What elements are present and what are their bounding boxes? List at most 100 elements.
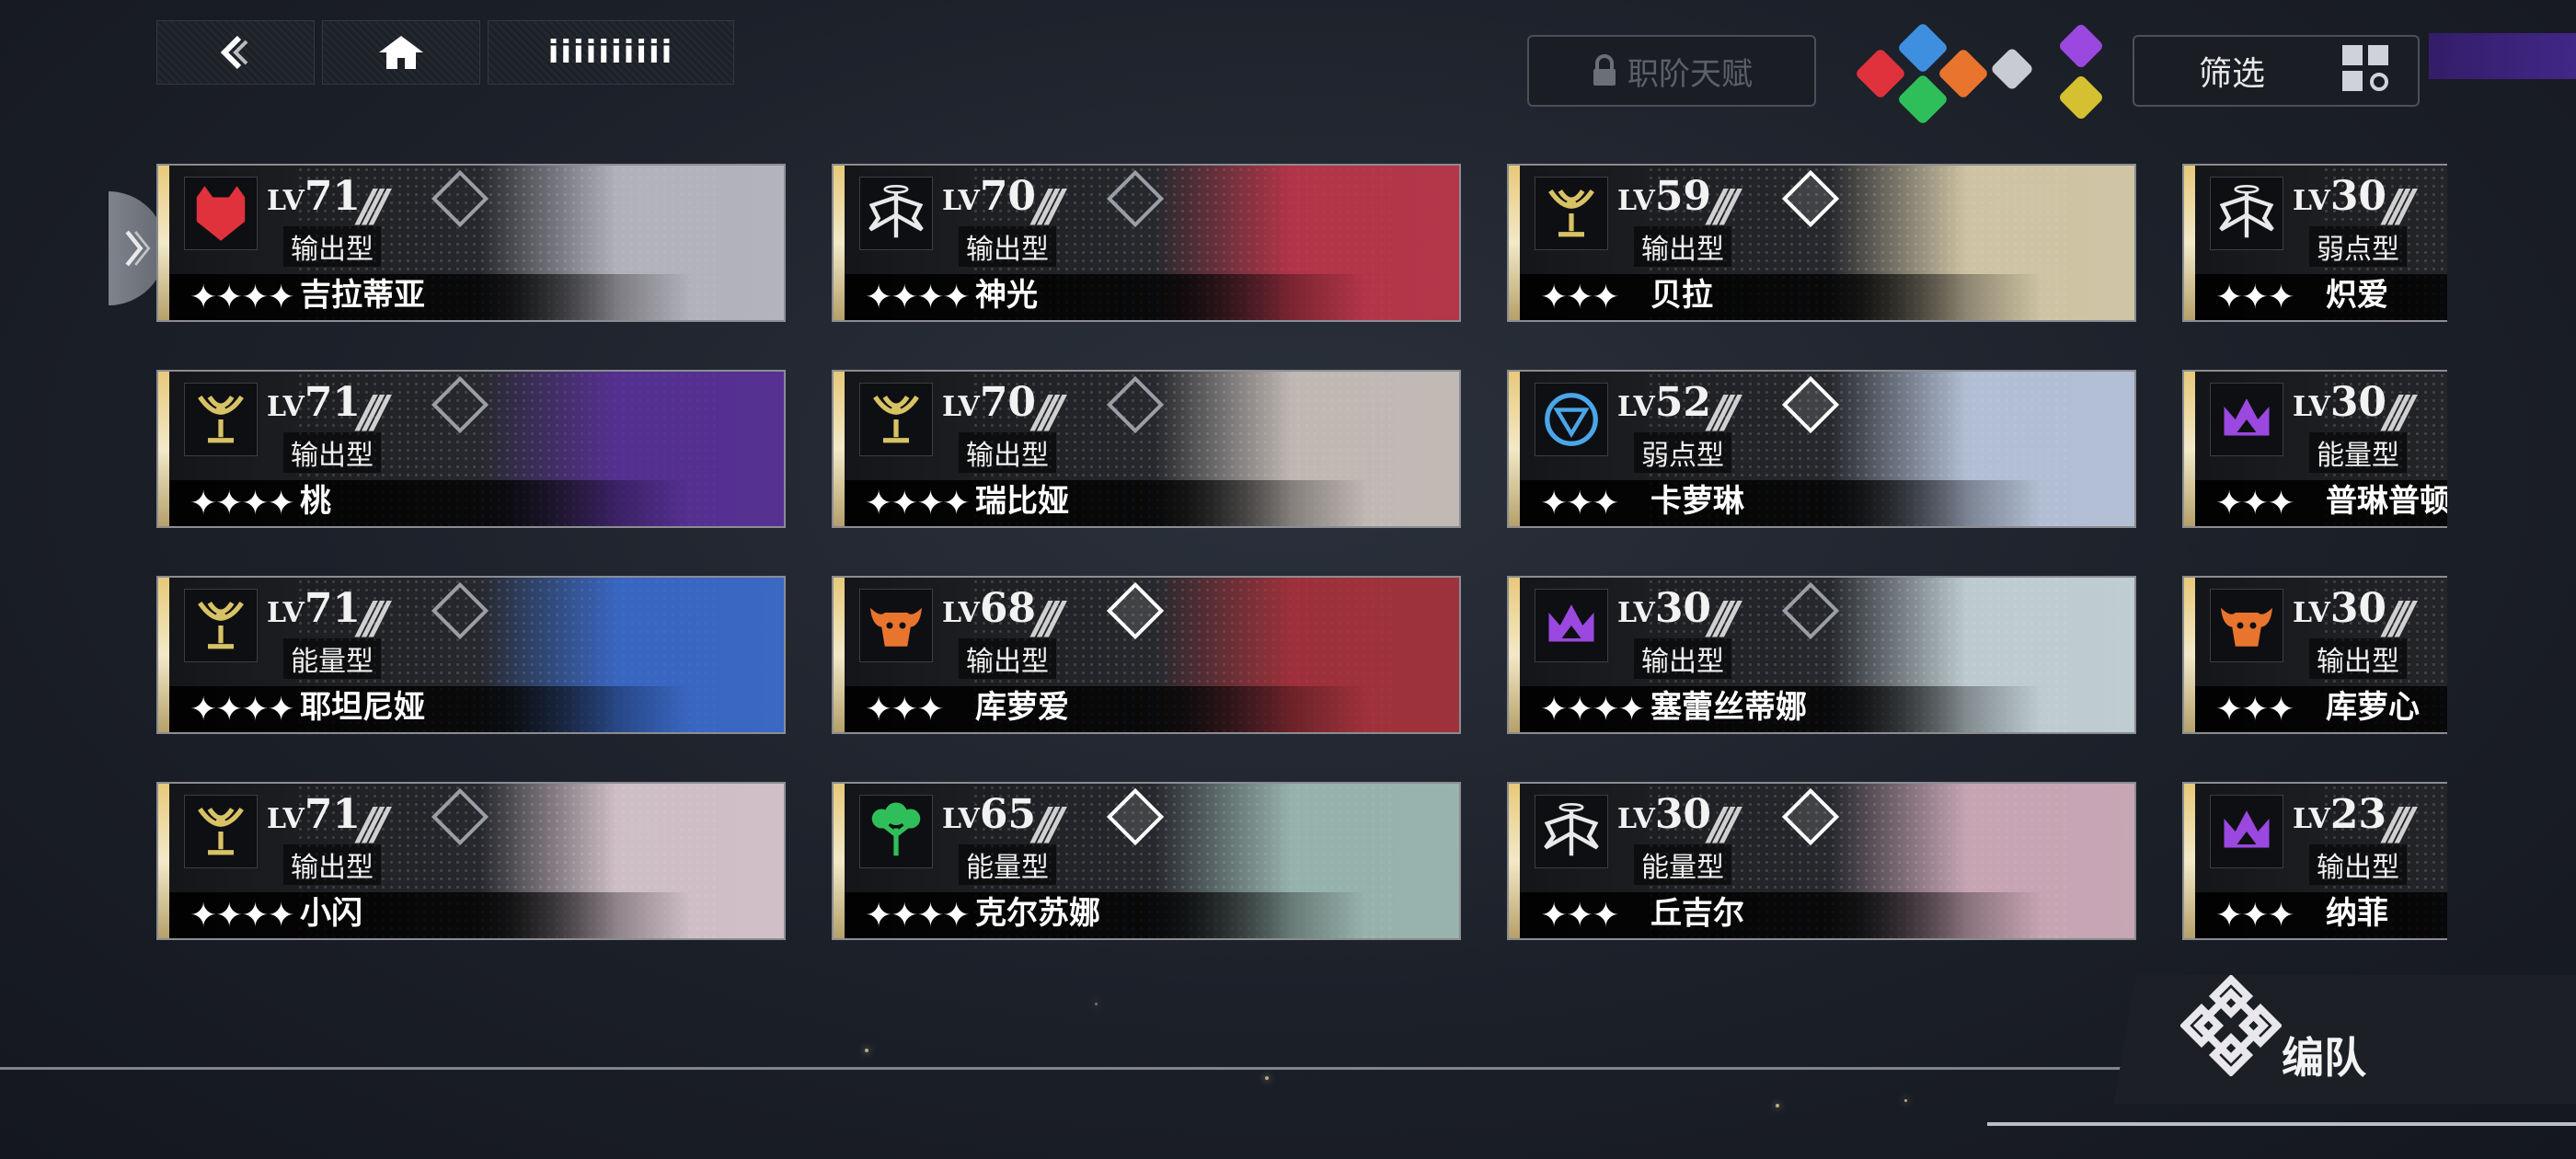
level-value: 68 — [979, 585, 1037, 632]
level-value: 71 — [304, 173, 362, 220]
wind-element-icon — [1896, 73, 1949, 126]
level-value: 30 — [2329, 173, 2387, 220]
rarity-stripe — [834, 166, 845, 320]
character-card[interactable]: LV30 /// 能量型 ✦✦✦ 丘吉尔 — [1507, 782, 2136, 940]
character-name: 耶坦尼娅 — [300, 689, 425, 726]
character-name: 神光 — [975, 277, 1038, 314]
character-card[interactable]: LV59 /// 输出型 ✦✦✦ 贝拉 — [1507, 164, 2136, 322]
character-level: LV23 — [2293, 791, 2387, 838]
rank-slashes-icon: /// — [2385, 798, 2414, 850]
class-talent-label: 职阶天赋 — [1627, 55, 1753, 93]
character-type: 能量型 — [959, 844, 1056, 885]
rarity-stripe — [158, 578, 169, 732]
page-title: iiiiiiiiii — [488, 20, 734, 85]
character-level: LV52 — [1617, 379, 1712, 426]
lock-icon — [1593, 54, 1616, 86]
character-type: 输出型 — [959, 432, 1056, 473]
character-name: 炽爱 — [2326, 277, 2388, 314]
star-rating: ✦✦✦ — [1540, 279, 1619, 316]
character-level: LV68 — [942, 585, 1037, 632]
rank-slashes-icon: /// — [1034, 798, 1064, 850]
wings-icon — [859, 177, 933, 250]
character-card[interactable]: LV68 /// 输出型 ✦✦✦ 库萝爱 — [832, 576, 1461, 734]
character-level: LV71 — [267, 173, 362, 220]
character-name: 小闪 — [300, 895, 362, 932]
star-rating: ✦✦✦✦ — [865, 897, 971, 935]
ox-icon — [2210, 589, 2283, 662]
character-type: 输出型 — [959, 226, 1056, 267]
element-filter-icons[interactable] — [1849, 21, 2144, 126]
character-card[interactable]: LV30 /// 能量型 ✦✦✦ 普琳普顿 — [2182, 370, 2447, 528]
character-card[interactable]: LV65 /// 能量型 ✦✦✦✦ 克尔苏娜 — [832, 782, 1461, 940]
chalice-icon — [184, 795, 258, 868]
wolf-icon — [184, 177, 258, 250]
formation-knot-icon — [2180, 975, 2282, 1076]
rarity-stripe — [834, 578, 845, 732]
rank-slashes-icon: /// — [1709, 798, 1739, 850]
character-card[interactable]: LV30 /// 弱点型 ✦✦✦ 炽爱 — [2182, 164, 2447, 322]
home-button[interactable] — [322, 20, 480, 85]
character-card[interactable]: LV71 /// 能量型 ✦✦✦✦ 耶坦尼娅 — [156, 576, 786, 734]
character-level: LV30 — [2293, 173, 2387, 220]
formation-label: 编队 — [2282, 1033, 2366, 1083]
rank-slashes-icon: /// — [1709, 180, 1739, 232]
character-name: 丘吉尔 — [1650, 895, 1744, 932]
character-type: 输出型 — [959, 638, 1056, 679]
character-type: 输出型 — [2309, 844, 2407, 885]
tree-icon — [859, 795, 933, 868]
class-talent-button[interactable]: 职阶天赋 — [1527, 35, 1816, 107]
character-type: 输出型 — [2309, 638, 2407, 679]
character-type: 能量型 — [283, 638, 381, 679]
character-card[interactable]: LV30 /// 输出型 ✦✦✦ 库萝心 — [2182, 576, 2447, 734]
level-value: 30 — [2329, 585, 2387, 632]
earth-element-icon — [1937, 47, 1990, 100]
rarity-stripe — [158, 784, 169, 938]
character-type: 弱点型 — [2309, 226, 2407, 267]
character-level: LV70 — [942, 379, 1037, 426]
star-rating: ✦✦✦ — [2215, 485, 2294, 522]
character-card[interactable]: LV23 /// 输出型 ✦✦✦ 纳菲 — [2182, 782, 2447, 940]
rarity-stripe — [1509, 166, 1520, 320]
level-value: 52 — [1654, 379, 1712, 426]
character-name: 卡萝琳 — [1650, 483, 1744, 520]
character-card[interactable]: LV70 /// 输出型 ✦✦✦✦ 瑞比娅 — [832, 370, 1461, 528]
character-card[interactable]: LV71 /// 输出型 ✦✦✦✦ 吉拉蒂亚 — [156, 164, 786, 322]
character-name: 桃 — [300, 483, 331, 520]
top-navigation: iiiiiiiiii — [156, 20, 734, 85]
character-card[interactable]: LV70 /// 输出型 ✦✦✦✦ 神光 — [832, 164, 1461, 322]
star-rating: ✦✦✦ — [2215, 279, 2294, 316]
character-card[interactable]: LV30 /// 输出型 ✦✦✦✦ 塞蕾丝蒂娜 — [1507, 576, 2136, 734]
chevron-right-icon — [125, 230, 151, 267]
character-type: 输出型 — [1634, 638, 1731, 679]
character-type: 输出型 — [1634, 226, 1731, 267]
star-rating: ✦✦✦✦ — [190, 897, 295, 935]
star-rating: ✦✦✦ — [1540, 897, 1619, 935]
rank-slashes-icon: /// — [1034, 592, 1064, 644]
star-rating: ✦✦✦ — [865, 691, 944, 729]
chalice-icon — [184, 383, 258, 456]
rank-slashes-icon: /// — [359, 180, 388, 232]
bottom-rail-accent — [1987, 1122, 2576, 1126]
character-level: LV71 — [267, 791, 362, 838]
character-name: 库萝心 — [2326, 689, 2420, 726]
thunder-element-icon — [2057, 74, 2105, 121]
rank-slashes-icon: /// — [359, 592, 388, 644]
character-card[interactable]: LV52 /// 弱点型 ✦✦✦ 卡萝琳 — [1507, 370, 2136, 528]
character-level: LV70 — [942, 173, 1037, 220]
rank-slashes-icon: /// — [1034, 180, 1064, 232]
character-card[interactable]: LV71 /// 输出型 ✦✦✦✦ 桃 — [156, 370, 786, 528]
character-level: LV71 — [267, 585, 362, 632]
filter-button[interactable]: 筛选 — [2133, 35, 2420, 107]
rarity-stripe — [2184, 578, 2195, 732]
rarity-stripe — [1509, 372, 1520, 526]
shield-icon — [1535, 383, 1608, 456]
character-name: 克尔苏娜 — [975, 895, 1100, 932]
rarity-stripe — [2184, 784, 2195, 938]
back-button[interactable] — [156, 20, 315, 85]
level-value: 30 — [1654, 585, 1712, 632]
decorative-strip — [2429, 33, 2576, 79]
character-card[interactable]: LV71 /// 输出型 ✦✦✦✦ 小闪 — [156, 782, 786, 940]
dark-element-icon — [2057, 22, 2105, 70]
formation-button[interactable]: 编队 — [2107, 975, 2576, 1104]
character-level: LV30 — [1617, 791, 1712, 838]
